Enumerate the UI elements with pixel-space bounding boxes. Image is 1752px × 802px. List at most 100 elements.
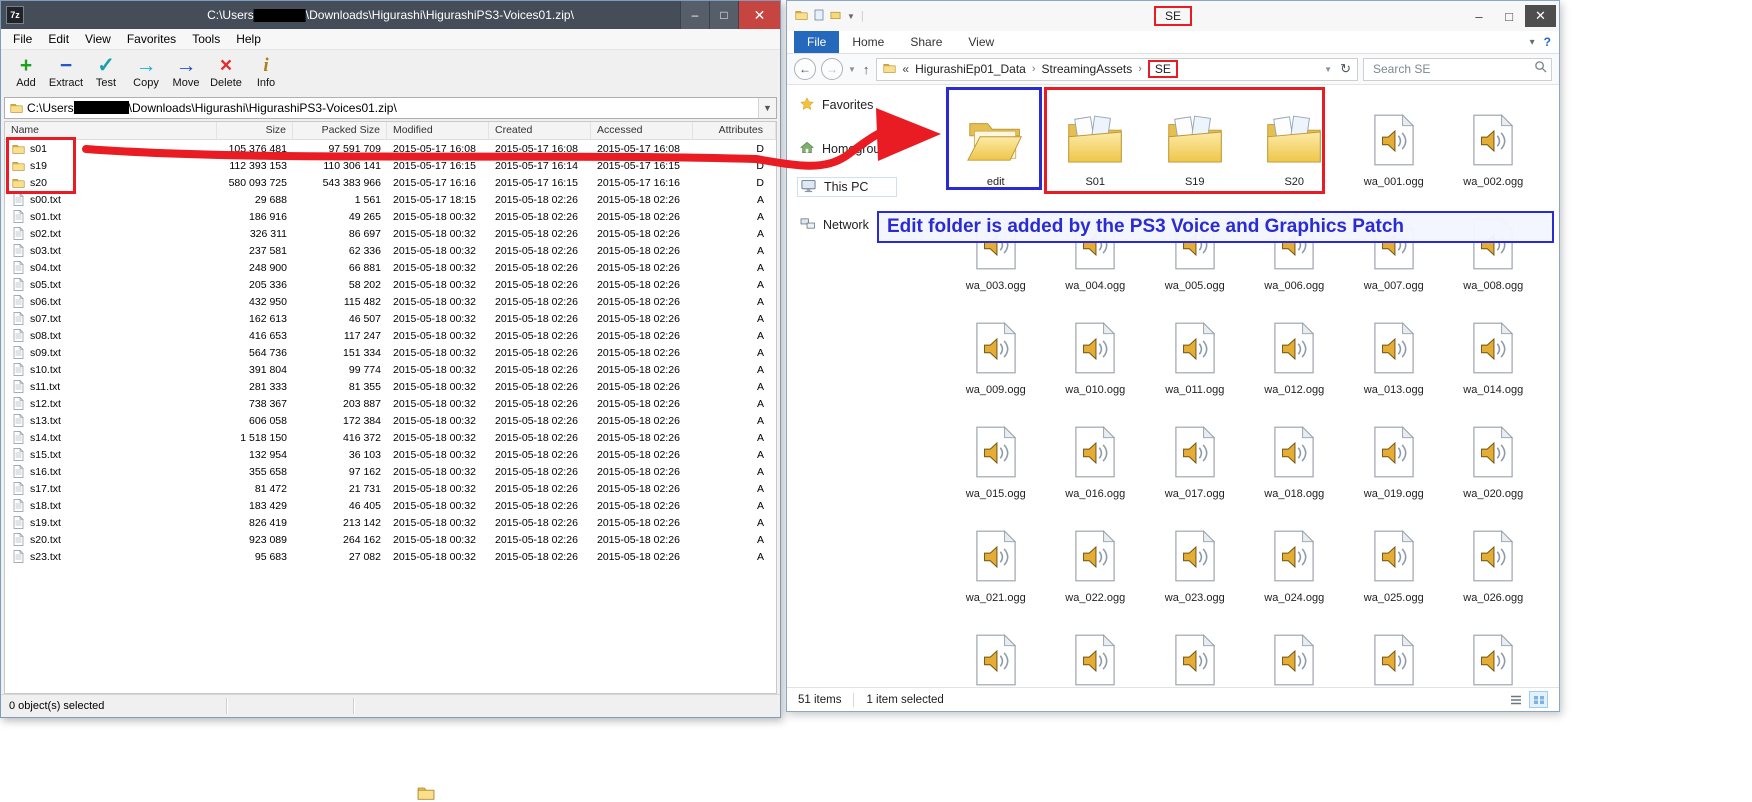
grid-item-file[interactable]: wa_009.ogg xyxy=(946,296,1046,400)
grid-item-file-partial[interactable] xyxy=(1245,608,1345,687)
menu-item-favorites[interactable]: Favorites xyxy=(119,30,184,48)
grid-item-file[interactable]: wa_013.ogg xyxy=(1344,296,1444,400)
grid-item-folder[interactable]: S20 xyxy=(1245,88,1345,192)
breadcrumb-segment[interactable]: SE xyxy=(1148,60,1178,78)
grid-item-file[interactable]: wa_016.ogg xyxy=(1046,400,1146,504)
table-row[interactable]: s01105 376 48197 591 7092015-05-17 16:08… xyxy=(5,140,776,157)
grid-item-file[interactable]: wa_007.ogg xyxy=(1344,192,1444,296)
table-row[interactable]: s00.txt29 6881 5612015-05-17 18:152015-0… xyxy=(5,191,776,208)
column-header-name[interactable]: Name xyxy=(5,122,217,139)
grid-item-folder[interactable]: S19 xyxy=(1145,88,1245,192)
column-header-attributes[interactable]: Attributes xyxy=(693,122,776,139)
tab-home[interactable]: Home xyxy=(839,31,897,53)
thumbnails-view-button[interactable] xyxy=(1529,691,1548,708)
sidebar-item-favorites[interactable]: Favorites xyxy=(800,95,873,115)
recent-locations-chevron[interactable]: ▼ xyxy=(848,65,856,74)
table-row[interactable]: s02.txt326 31186 6972015-05-18 00:322015… xyxy=(5,225,776,242)
grid-item-folder[interactable]: S01 xyxy=(1046,88,1146,192)
table-row[interactable]: s17.txt81 47221 7312015-05-18 00:322015-… xyxy=(5,480,776,497)
grid-item-file-partial[interactable] xyxy=(1344,608,1444,687)
table-row[interactable]: s12.txt738 367203 8872015-05-18 00:32201… xyxy=(5,395,776,412)
grid-item-file[interactable]: wa_003.ogg xyxy=(946,192,1046,296)
column-header-accessed[interactable]: Accessed xyxy=(591,122,693,139)
table-row[interactable]: s05.txt205 33658 2022015-05-18 00:322015… xyxy=(5,276,776,293)
table-row[interactable]: s20580 093 725543 383 9662015-05-17 16:1… xyxy=(5,174,776,191)
tab-share[interactable]: Share xyxy=(897,31,955,53)
new-item-icon[interactable] xyxy=(814,9,824,24)
search-input[interactable] xyxy=(1371,61,1530,77)
toolbar-button-delete[interactable]: ×Delete xyxy=(207,55,245,89)
minimize-button[interactable]: – xyxy=(1465,5,1493,27)
refresh-icon[interactable]: ↻ xyxy=(1340,61,1351,77)
grid-item-file-partial[interactable] xyxy=(946,608,1046,687)
sidebar-item-this-pc[interactable]: This PC xyxy=(797,177,897,197)
grid-item-file[interactable]: wa_010.ogg xyxy=(1046,296,1146,400)
address-bar[interactable]: « HigurashiEp01_Data›StreamingAssets›SE … xyxy=(876,58,1358,81)
grid-item-file[interactable]: wa_004.ogg xyxy=(1046,192,1146,296)
toolbar-button-add[interactable]: +Add xyxy=(7,55,45,89)
address-bar[interactable]: C:\Users\Downloads\Higurashi\HigurashiPS… xyxy=(4,97,777,119)
table-row[interactable]: s06.txt432 950115 4822015-05-18 00:32201… xyxy=(5,293,776,310)
grid-item-file[interactable]: wa_014.ogg xyxy=(1444,296,1544,400)
tab-view[interactable]: View xyxy=(955,31,1007,53)
sidebar-item-homegroup[interactable]: Homegroup xyxy=(800,139,887,159)
up-button[interactable]: ↑ xyxy=(863,62,870,77)
grid-item-file[interactable]: wa_019.ogg xyxy=(1344,400,1444,504)
grid-item-file[interactable]: wa_002.ogg xyxy=(1444,88,1544,192)
toolbar-button-copy[interactable]: →Copy xyxy=(127,55,165,89)
table-row[interactable]: s11.txt281 33381 3552015-05-18 00:322015… xyxy=(5,378,776,395)
tab-file[interactable]: File xyxy=(794,31,839,53)
grid-item-file-partial[interactable] xyxy=(1145,608,1245,687)
menu-item-tools[interactable]: Tools xyxy=(184,30,228,48)
qat-dropdown-chevron[interactable]: ▼ xyxy=(847,12,855,21)
grid-item-file[interactable]: wa_011.ogg xyxy=(1145,296,1245,400)
table-row[interactable]: s23.txt95 68327 0822015-05-18 00:322015-… xyxy=(5,548,776,565)
address-dropdown-chevron[interactable]: ▼ xyxy=(758,98,776,118)
taskbar-peek-folder-icon[interactable] xyxy=(417,785,435,802)
grid-item-file[interactable]: wa_023.ogg xyxy=(1145,504,1245,608)
grid-item-folder[interactable]: edit xyxy=(946,88,1046,192)
back-button[interactable]: ← xyxy=(794,58,816,80)
toolbar-button-info[interactable]: iInfo xyxy=(247,55,285,89)
grid-item-file[interactable]: wa_015.ogg xyxy=(946,400,1046,504)
grid-item-file-partial[interactable] xyxy=(1046,608,1146,687)
table-row[interactable]: s07.txt162 61346 5072015-05-18 00:322015… xyxy=(5,310,776,327)
table-row[interactable]: s16.txt355 65897 1622015-05-18 00:322015… xyxy=(5,463,776,480)
table-row[interactable]: s01.txt186 91649 2652015-05-18 00:322015… xyxy=(5,208,776,225)
menu-item-edit[interactable]: Edit xyxy=(40,30,77,48)
grid-item-file[interactable]: wa_025.ogg xyxy=(1344,504,1444,608)
breadcrumb-collapse-chevron[interactable]: « xyxy=(902,62,909,76)
column-header-modified[interactable]: Modified xyxy=(387,122,489,139)
table-row[interactable]: s04.txt248 90066 8812015-05-18 00:322015… xyxy=(5,259,776,276)
grid-item-file[interactable]: wa_017.ogg xyxy=(1145,400,1245,504)
breadcrumb-segment[interactable]: HigurashiEp01_Data xyxy=(915,62,1026,76)
menu-item-help[interactable]: Help xyxy=(228,30,269,48)
maximize-button[interactable]: □ xyxy=(709,1,738,29)
grid-item-file[interactable]: wa_021.ogg xyxy=(946,504,1046,608)
table-row[interactable]: s19.txt826 419213 1422015-05-18 00:32201… xyxy=(5,514,776,531)
table-row[interactable]: s13.txt606 058172 3842015-05-18 00:32201… xyxy=(5,412,776,429)
grid-item-file[interactable]: wa_018.ogg xyxy=(1245,400,1345,504)
menu-item-file[interactable]: File xyxy=(5,30,40,48)
toolbar-button-move[interactable]: →Move xyxy=(167,55,205,89)
grid-item-file[interactable]: wa_006.ogg xyxy=(1245,192,1345,296)
table-row[interactable]: s10.txt391 80499 7742015-05-18 00:322015… xyxy=(5,361,776,378)
search-icon[interactable] xyxy=(1534,60,1547,78)
details-view-button[interactable] xyxy=(1506,691,1525,708)
address-dropdown-chevron[interactable]: ▼ xyxy=(1324,65,1332,74)
maximize-button[interactable]: □ xyxy=(1495,5,1523,27)
grid-item-file[interactable]: wa_012.ogg xyxy=(1245,296,1345,400)
table-row[interactable]: s19112 393 153110 306 1412015-05-17 16:1… xyxy=(5,157,776,174)
search-box[interactable] xyxy=(1363,58,1552,81)
grid-item-file-partial[interactable] xyxy=(1444,608,1544,687)
toolbar-button-extract[interactable]: −Extract xyxy=(47,55,85,89)
grid-item-file[interactable]: wa_005.ogg xyxy=(1145,192,1245,296)
grid-item-file[interactable]: wa_020.ogg xyxy=(1444,400,1544,504)
grid-item-file[interactable]: wa_001.ogg xyxy=(1344,88,1444,192)
table-row[interactable]: s14.txt1 518 150416 3722015-05-18 00:322… xyxy=(5,429,776,446)
menu-item-view[interactable]: View xyxy=(77,30,119,48)
column-header-packed-size[interactable]: Packed Size xyxy=(293,122,387,139)
close-button[interactable]: ✕ xyxy=(738,1,780,29)
column-header-size[interactable]: Size xyxy=(217,122,293,139)
grid-item-file[interactable]: wa_022.ogg xyxy=(1046,504,1146,608)
